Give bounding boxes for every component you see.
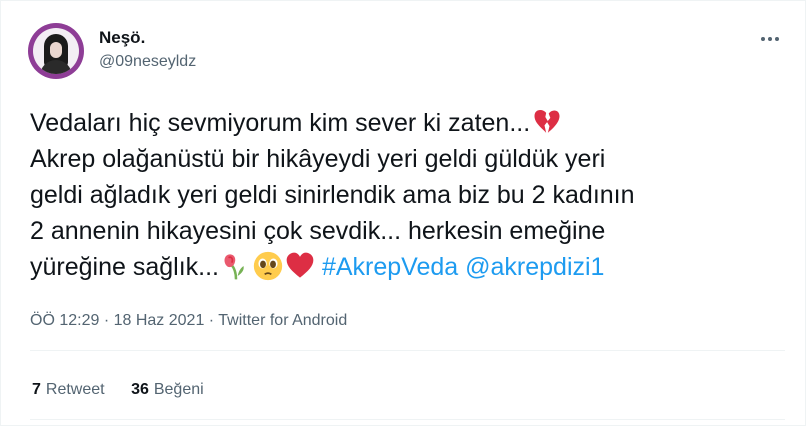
meta-separator: ·: [103, 312, 110, 329]
tweet-text: Vedaları hiç sevmiyorum kim sever ki zat…: [30, 105, 790, 249]
divider: [30, 350, 785, 351]
wilted-flower-icon: [224, 254, 244, 280]
user-handle[interactable]: @09neseyldz: [99, 53, 196, 71]
tweet-stats: 7 Retweet 36 Beğeni: [32, 381, 226, 399]
avatar[interactable]: [28, 23, 84, 79]
red-heart-icon: [286, 252, 314, 278]
tweet-text-body: Akrep olağanüstü bir hikâyeydi yeri geld…: [30, 145, 635, 245]
tweet-source[interactable]: Twitter for Android: [218, 312, 347, 329]
divider: [30, 419, 785, 420]
more-options-icon[interactable]: [757, 29, 783, 49]
tweet-card: Neşö. @09neseyldz Vedaları hiç sevmiyoru…: [0, 0, 806, 426]
tweet-text-last-line: yüreğine sağlık... #AkrepVeda @akrepdizi…: [30, 249, 604, 285]
pleading-face-icon: [253, 251, 283, 281]
hashtag-link[interactable]: #AkrepVeda: [322, 253, 458, 281]
retweet-label: Retweet: [45, 381, 105, 398]
meta-separator: ·: [208, 312, 215, 329]
tweet-text-last: yüreğine sağlık...: [30, 253, 219, 281]
tweet-text-line-1: Vedaları hiç sevmiyorum kim sever ki zat…: [30, 109, 531, 137]
retweet-stat[interactable]: 7 Retweet: [32, 381, 105, 398]
avatar-image: [33, 28, 79, 74]
user-display-name[interactable]: Neşö.: [99, 28, 145, 48]
broken-heart-icon: [534, 110, 560, 133]
tweet-time[interactable]: ÖÖ 12:29: [30, 312, 99, 329]
like-label: Beğeni: [153, 381, 204, 398]
mention-link[interactable]: @akrepdizi1: [465, 253, 604, 281]
retweet-count: 7: [32, 381, 41, 398]
like-stat[interactable]: 36 Beğeni: [131, 381, 204, 398]
like-count: 36: [131, 381, 149, 398]
tweet-metadata: ÖÖ 12:29 · 18 Haz 2021 · Twitter for And…: [30, 312, 347, 330]
tweet-date[interactable]: 18 Haz 2021: [114, 312, 205, 329]
